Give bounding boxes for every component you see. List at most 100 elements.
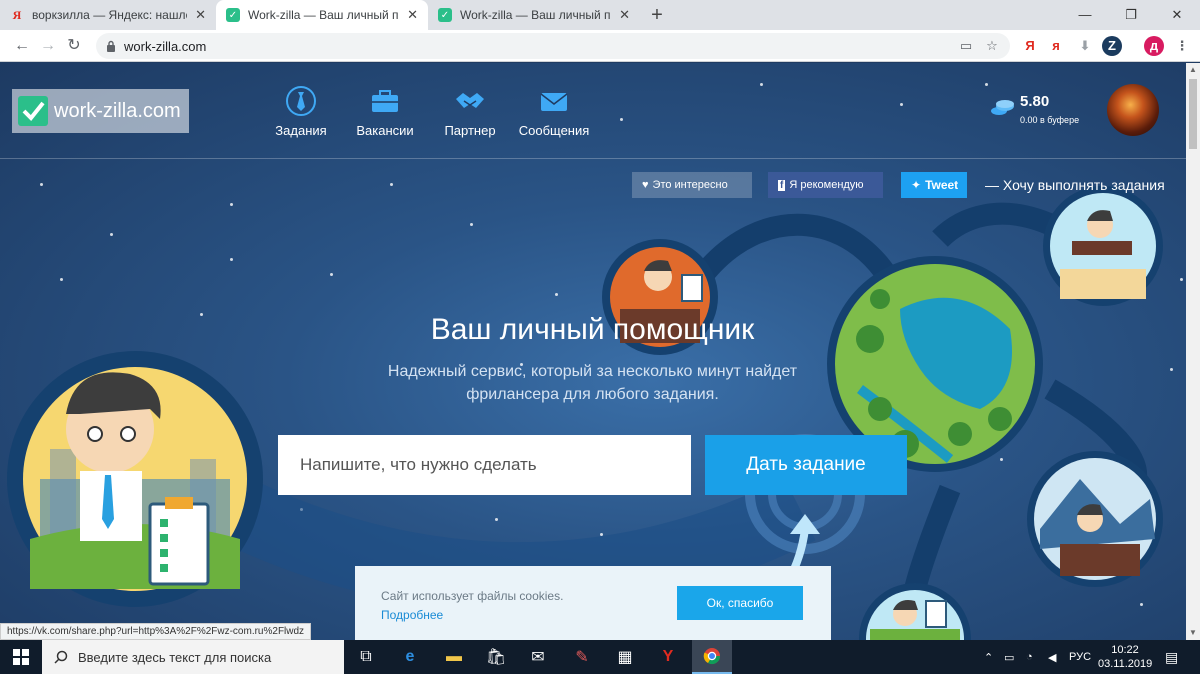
cookie-ok-button[interactable]: Ок, спасибо: [677, 586, 803, 620]
yandex-ya-extension-icon[interactable]: я: [1046, 36, 1066, 56]
nav-label: Задания: [275, 123, 327, 138]
mail-icon[interactable]: ✉: [518, 640, 558, 674]
windows-taskbar: Введите здесь текст для поиска ⧉ e ▬ 🛍 ✉…: [0, 640, 1200, 674]
tab-title: Work-zilla — Ваш личный помо: [460, 8, 611, 22]
maximize-button[interactable]: ❐: [1108, 0, 1154, 30]
heart-icon: ♥: [642, 179, 649, 191]
browser-toolbar: ← → ↻ work-zilla.com ▭ ☆ Я я ⬇ Z д ⋮: [0, 30, 1200, 62]
user-avatar[interactable]: [1107, 84, 1159, 136]
minimize-button[interactable]: —: [1062, 0, 1108, 30]
back-arrow-icon[interactable]: ←: [10, 34, 34, 58]
profile-avatar[interactable]: д: [1144, 36, 1164, 56]
address-bar[interactable]: work-zilla.com ▭ ☆: [96, 33, 1010, 59]
close-icon[interactable]: ✕: [195, 7, 206, 23]
scroll-down-icon[interactable]: ▼: [1186, 626, 1200, 640]
tab-workzilla-active[interactable]: ✓ Work-zilla — Ваш личный помо ✕: [216, 0, 428, 30]
paint-icon[interactable]: ✎: [562, 640, 602, 674]
chrome-icon[interactable]: [692, 640, 732, 674]
file-explorer-icon[interactable]: ▬: [434, 640, 474, 674]
nav-item-tasks[interactable]: Задания: [256, 85, 346, 138]
taskbar-search-placeholder: Введите здесь текст для поиска: [78, 649, 272, 665]
nav-label: Вакансии: [356, 123, 414, 138]
close-icon[interactable]: ✕: [407, 7, 418, 23]
task-view-icon[interactable]: ⧉: [346, 640, 386, 674]
url-text[interactable]: work-zilla.com: [124, 39, 206, 54]
facebook-icon: f: [778, 179, 786, 191]
recommend-label: Я рекомендую: [789, 179, 864, 191]
tray-chevron-icon[interactable]: ⌃: [984, 640, 993, 674]
tab-title: воркзилла — Яндекс: нашлось 5: [32, 8, 187, 22]
close-icon[interactable]: ✕: [619, 7, 630, 23]
like-button[interactable]: ♥ Это интересно: [632, 172, 752, 198]
new-tab-button[interactable]: +: [646, 4, 668, 26]
yandex-icon: Я: [12, 7, 22, 22]
star-icon[interactable]: ☆: [984, 38, 1000, 54]
reload-icon[interactable]: ↻: [62, 34, 86, 58]
like-label: Это интересно: [652, 179, 728, 191]
network-icon[interactable]: ▭: [1004, 640, 1014, 674]
nav-label: Партнер: [444, 123, 496, 138]
nav-item-messages[interactable]: Сообщения: [509, 85, 599, 138]
cast-icon[interactable]: ▭: [958, 38, 974, 54]
twitter-bird-icon: ✦: [911, 178, 922, 192]
checkmark-logo-icon: [18, 96, 48, 126]
page-scrollbar[interactable]: ▲ ▼: [1186, 63, 1200, 640]
volume-icon[interactable]: ◀: [1048, 640, 1056, 674]
logo-text: work-zilla.com: [54, 99, 181, 122]
tab-yandex[interactable]: Я воркзилла — Яндекс: нашлось 5 ✕: [0, 0, 216, 30]
window-controls: — ❐ ✕: [1062, 0, 1200, 30]
workzilla-icon: ✓: [438, 8, 452, 22]
facebook-recommend-button[interactable]: f Я рекомендую: [768, 172, 883, 198]
edge-icon[interactable]: e: [390, 640, 430, 674]
forward-arrow-icon[interactable]: →: [36, 34, 60, 58]
envelope-icon: [540, 93, 568, 111]
close-window-button[interactable]: ✕: [1154, 0, 1200, 30]
task-input[interactable]: [278, 435, 691, 495]
site-header: work-zilla.com Задания Вакансии Партнер: [0, 63, 1186, 159]
browser-tab-bar: Я воркзилла — Яндекс: нашлось 5 ✕ ✓ Work…: [0, 0, 1200, 30]
scroll-up-icon[interactable]: ▲: [1186, 63, 1200, 77]
store-icon[interactable]: 🛍: [476, 640, 516, 674]
workzilla-icon: ✓: [226, 8, 240, 22]
tweet-label: Tweet: [925, 178, 959, 192]
cookie-message: Сайт использует файлы cookies.: [381, 589, 564, 603]
yandex-extension-icon[interactable]: Я: [1020, 36, 1040, 56]
status-bar-url: https://vk.com/share.php?url=http%3A%2F%…: [0, 623, 312, 640]
taskbar-search[interactable]: Введите здесь текст для поиска: [42, 640, 344, 674]
coins-icon: [991, 100, 1014, 115]
clock-date: 03.11.2019: [1098, 658, 1153, 670]
notifications-icon[interactable]: ▤: [1165, 640, 1178, 674]
cookie-more-link[interactable]: Подробнее: [381, 608, 443, 622]
system-clock[interactable]: 10:22 03.11.2019: [1098, 643, 1152, 671]
chrome-logo-icon: [703, 648, 721, 665]
tweet-button[interactable]: ✦ Tweet: [901, 172, 967, 198]
tab-workzilla[interactable]: ✓ Work-zilla — Ваш личный помо ✕: [428, 0, 640, 30]
balance-amount: 5.80: [1020, 93, 1050, 110]
zenmate-icon[interactable]: Z: [1102, 36, 1122, 56]
nav-label: Сообщения: [518, 123, 590, 138]
tab-title: Work-zilla — Ваш личный помо: [248, 8, 399, 22]
site-logo[interactable]: work-zilla.com: [12, 89, 189, 133]
page-content: work-zilla.com Задания Вакансии Партнер: [0, 63, 1186, 640]
tie-icon: [286, 86, 316, 116]
menu-dots-icon[interactable]: ⋮: [1172, 36, 1192, 56]
handshake-icon: [456, 93, 484, 108]
hero-title: Ваш личный помощник: [430, 313, 755, 346]
give-task-button[interactable]: Дать задание: [705, 435, 907, 495]
wifi-icon[interactable]: ◔: [1026, 640, 1033, 674]
calculator-icon[interactable]: ▦: [605, 640, 645, 674]
nav-item-vacancies[interactable]: Вакансии: [340, 85, 430, 138]
language-indicator[interactable]: РУС: [1069, 640, 1091, 674]
scroll-thumb[interactable]: [1189, 79, 1197, 149]
start-button[interactable]: [0, 640, 42, 674]
download-icon[interactable]: ⬇: [1075, 36, 1095, 56]
nav-item-partner[interactable]: Партнер: [425, 85, 515, 138]
lock-icon: [107, 40, 115, 52]
windows-logo-icon: [13, 649, 29, 665]
search-icon: [54, 650, 68, 664]
want-tasks-link[interactable]: — Хочу выполнять задания: [985, 177, 1165, 193]
briefcase-icon: [372, 90, 398, 112]
hero-subtitle: Надежный сервис, который за несколько ми…: [387, 363, 798, 403]
yandex-browser-icon[interactable]: Y: [648, 640, 688, 674]
clock-time: 10:22: [1111, 644, 1139, 656]
